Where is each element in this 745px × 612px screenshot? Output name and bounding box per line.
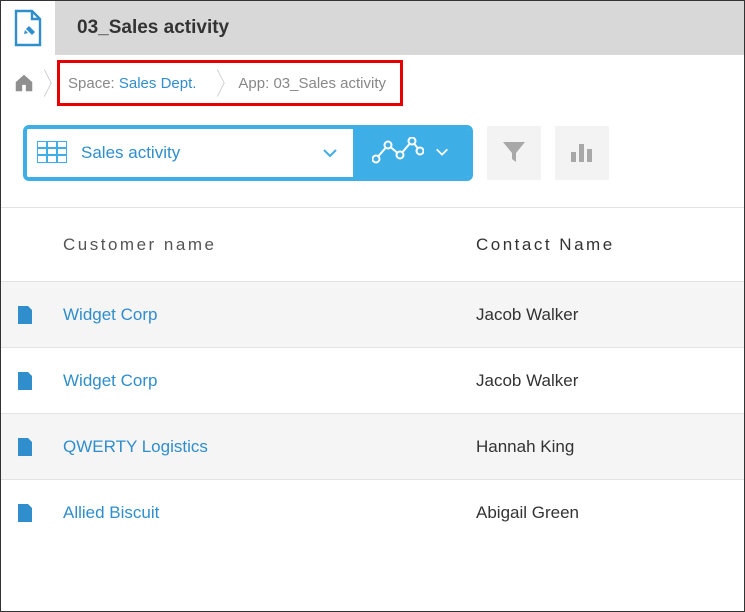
col-header-customer[interactable]: Customer name bbox=[49, 235, 464, 255]
breadcrumb-space[interactable]: Space: Sales Dept. bbox=[68, 75, 196, 92]
table-row[interactable]: Widget Corp Jacob Walker bbox=[1, 281, 744, 347]
breadcrumb-space-prefix: Space: bbox=[68, 75, 119, 92]
breadcrumb: Space: Sales Dept. App: 03_Sales activit… bbox=[57, 60, 403, 106]
record-icon bbox=[1, 371, 49, 391]
view-toolbar: Sales activity bbox=[1, 111, 744, 207]
page-title: 03_Sales activity bbox=[55, 17, 229, 39]
contact-name: Jacob Walker bbox=[464, 371, 744, 391]
bar-chart-icon bbox=[568, 138, 596, 169]
filter-button[interactable] bbox=[487, 126, 541, 180]
breadcrumb-app: App: 03_Sales activity bbox=[238, 75, 386, 92]
record-icon bbox=[1, 437, 49, 457]
breadcrumb-app-text: App: 03_Sales activity bbox=[238, 75, 386, 92]
chevron-right-icon bbox=[37, 64, 55, 102]
customer-link[interactable]: Allied Biscuit bbox=[63, 503, 159, 522]
app-doc-icon bbox=[1, 1, 55, 55]
table-row[interactable]: Allied Biscuit Abigail Green bbox=[1, 479, 744, 545]
view-selector-current[interactable]: Sales activity bbox=[27, 129, 353, 177]
contact-name: Abigail Green bbox=[464, 503, 744, 523]
home-icon[interactable] bbox=[13, 72, 35, 94]
chevron-down-icon bbox=[321, 144, 339, 162]
contact-name: Jacob Walker bbox=[464, 305, 744, 325]
breadcrumb-row: Space: Sales Dept. App: 03_Sales activit… bbox=[1, 55, 744, 111]
table-row[interactable]: Widget Corp Jacob Walker bbox=[1, 347, 744, 413]
chevron-right-icon bbox=[210, 64, 228, 102]
contact-name: Hannah King bbox=[464, 437, 744, 457]
record-icon bbox=[1, 503, 49, 523]
view-selector-label: Sales activity bbox=[81, 143, 321, 163]
customer-link[interactable]: Widget Corp bbox=[63, 371, 157, 390]
grid-icon bbox=[37, 141, 67, 166]
record-icon bbox=[1, 305, 49, 325]
app-header: 03_Sales activity bbox=[1, 1, 744, 55]
breadcrumb-space-link[interactable]: Sales Dept. bbox=[119, 75, 197, 92]
view-selector[interactable]: Sales activity bbox=[23, 125, 473, 181]
customer-link[interactable]: Widget Corp bbox=[63, 305, 157, 324]
col-header-contact[interactable]: Contact Name bbox=[464, 235, 744, 255]
table-row[interactable]: QWERTY Logistics Hannah King bbox=[1, 413, 744, 479]
records-table: Customer name Contact Name Widget Corp J… bbox=[1, 207, 744, 545]
customer-link[interactable]: QWERTY Logistics bbox=[63, 437, 208, 456]
funnel-icon bbox=[499, 137, 529, 170]
view-graph-button[interactable] bbox=[353, 129, 469, 177]
chart-button[interactable] bbox=[555, 126, 609, 180]
line-graph-icon bbox=[372, 137, 424, 170]
table-header-row: Customer name Contact Name bbox=[1, 207, 744, 281]
chevron-down-icon bbox=[434, 144, 450, 163]
